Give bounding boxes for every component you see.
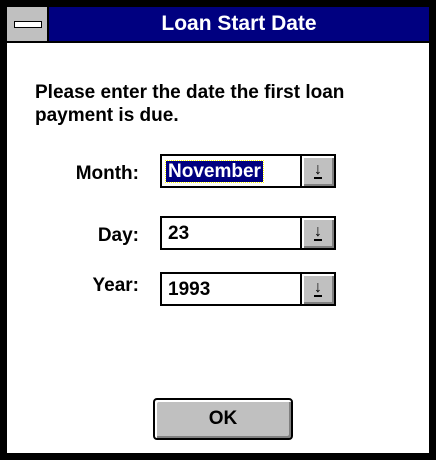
title-bar[interactable]: Loan Start Date [7,7,429,43]
instruction-text: Please enter the date the first loan pay… [35,82,345,126]
day-label: Day: [97,225,139,246]
dropdown-arrow-icon: ↓ [314,279,322,297]
ok-button[interactable]: OK [153,398,293,440]
year-dropdown-button[interactable]: ↓ [300,274,334,304]
dialog-window: Loan Start Date Please enter the date th… [0,0,436,460]
month-label: Month: [75,163,139,184]
year-label: Year: [92,275,139,296]
year-value: 1993 [168,279,211,300]
day-dropdown[interactable]: 23 ↓ [160,216,336,250]
month-dropdown[interactable]: November ↓ [160,154,336,188]
dropdown-arrow-icon: ↓ [314,161,322,179]
system-menu-button[interactable] [7,7,49,41]
window-title: Loan Start Date [161,12,317,35]
month-dropdown-button[interactable]: ↓ [300,156,334,186]
system-menu-icon [14,21,42,28]
day-value: 23 [168,223,190,244]
day-dropdown-button[interactable]: ↓ [300,218,334,248]
month-value: November [165,160,264,183]
year-dropdown[interactable]: 1993 ↓ [160,272,336,306]
dropdown-arrow-icon: ↓ [314,223,322,241]
dialog-client-area: Please enter the date the first loan pay… [7,43,429,453]
